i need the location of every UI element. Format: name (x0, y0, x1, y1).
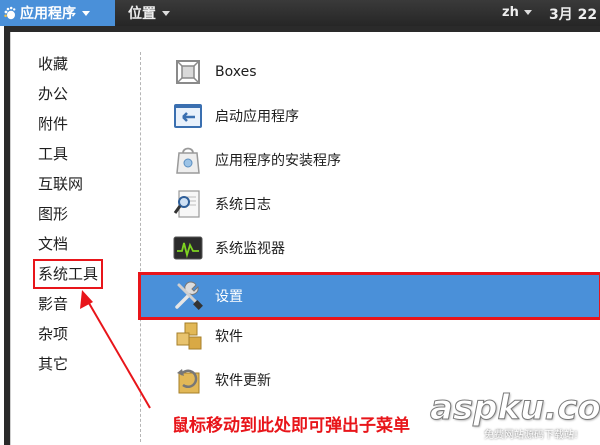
app-item-system-log[interactable]: 系统日志 (139, 183, 600, 225)
places-menu-button[interactable]: 位置 (128, 0, 170, 26)
category-item[interactable]: 收藏 (38, 52, 68, 76)
input-language-indicator[interactable]: zh (502, 5, 532, 20)
gnome-foot-icon (4, 6, 16, 20)
category-list: 收藏 办公 附件 工具 互联网 图形 文档 系统工具 影音 杂项 其它 (11, 32, 136, 445)
category-item[interactable]: 其它 (38, 352, 68, 376)
software-update-icon (177, 369, 200, 394)
category-item[interactable]: 工具 (38, 142, 68, 166)
chevron-down-icon (162, 10, 170, 16)
app-item-startup-apps[interactable]: 启动应用程序 (139, 95, 600, 137)
app-installer-icon (176, 147, 200, 174)
category-item[interactable]: 图形 (38, 202, 68, 226)
chevron-down-icon (523, 10, 532, 15)
top-bar: 应用程序 位置 zh 3月 22 (0, 0, 600, 26)
watermark-logo: aspku.com (429, 388, 600, 429)
applications-menu-panel: 收藏 办公 附件 工具 互联网 图形 文档 系统工具 影音 杂项 其它 Boxe… (10, 32, 600, 445)
app-list: Boxes 启动应用程序 应用程序的安装程序 系统日志 系统监视器 设置 软件 … (138, 32, 600, 445)
app-item-system-monitor[interactable]: 系统监视器 (139, 227, 600, 269)
app-name: 应用程序的安装程序 (215, 153, 341, 169)
app-item-boxes[interactable]: Boxes (139, 51, 600, 93)
category-item[interactable]: 影音 (38, 292, 68, 316)
app-name: 软件更新 (215, 373, 271, 389)
app-name: 设置 (215, 289, 243, 305)
app-name: 系统日志 (215, 197, 271, 213)
app-name: Boxes (215, 64, 257, 80)
settings-tools-icon (175, 281, 203, 310)
app-name: 启动应用程序 (215, 109, 299, 125)
applications-menu-label: 应用程序 (20, 6, 76, 22)
language-label: zh (502, 5, 519, 20)
category-item[interactable]: 杂项 (38, 322, 68, 346)
app-item-app-installer[interactable]: 应用程序的安装程序 (139, 139, 600, 181)
app-item-software[interactable]: 软件 (139, 315, 600, 357)
boxes-icon (176, 60, 200, 84)
category-item-system-tools[interactable]: 系统工具 (32, 259, 104, 289)
app-item-settings[interactable]: 设置 (138, 272, 600, 320)
chevron-down-icon (82, 10, 90, 16)
category-item[interactable]: 互联网 (38, 172, 83, 196)
places-menu-label: 位置 (128, 6, 156, 22)
system-log-icon (173, 190, 200, 218)
screen: 应用程序 位置 zh 3月 22 收藏 办公 附件 工具 互联网 图形 文档 系… (0, 0, 600, 445)
watermark: aspku.com 免费网站源码下载站! (428, 388, 600, 445)
annotation-caption: 鼠标移动到此处即可弹出子菜单 (172, 416, 410, 436)
category-item[interactable]: 办公 (38, 82, 68, 106)
system-monitor-icon (173, 236, 203, 260)
category-item[interactable]: 附件 (38, 112, 68, 136)
clock[interactable]: 3月 22 (549, 4, 597, 24)
app-name: 软件 (215, 329, 243, 345)
startup-apps-icon (174, 104, 202, 128)
software-icon (176, 322, 202, 350)
category-item[interactable]: 文档 (38, 232, 68, 256)
app-name: 系统监视器 (215, 241, 285, 257)
watermark-subtitle: 免费网站源码下载站! (484, 430, 579, 441)
applications-menu-button[interactable]: 应用程序 (0, 0, 115, 26)
